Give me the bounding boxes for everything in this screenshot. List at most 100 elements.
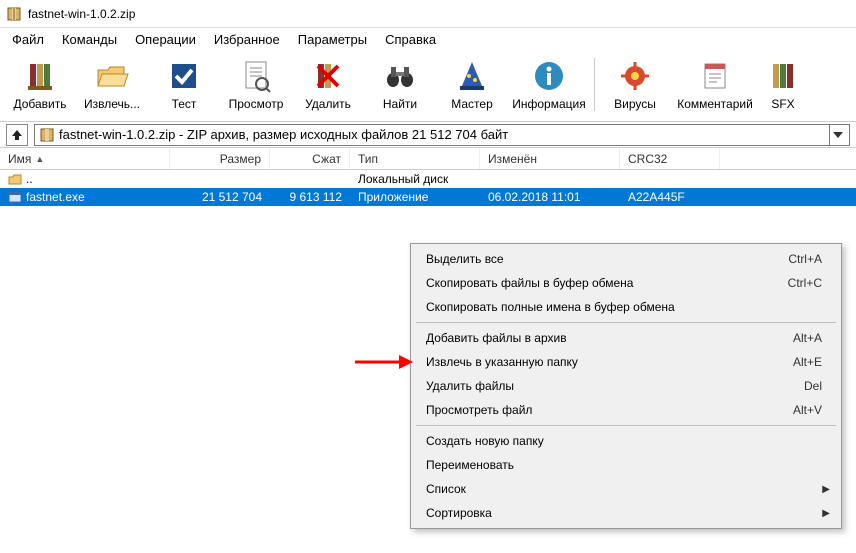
file-size [170, 170, 270, 188]
ctx-add-to-archive[interactable]: Добавить файлы в архив Alt+A [414, 326, 838, 350]
ctx-copy-full-names[interactable]: Скопировать полные имена в буфер обмена [414, 295, 838, 319]
toolbar-label: Информация [512, 97, 585, 111]
toolbar-view-button[interactable]: Просмотр [220, 54, 292, 115]
path-text: fastnet-win-1.0.2.zip - ZIP архив, разме… [59, 127, 508, 142]
toolbar-separator [594, 58, 595, 111]
virus-scan-icon [617, 58, 653, 94]
test-check-icon [166, 58, 202, 94]
delete-cross-icon [310, 58, 346, 94]
file-name: fastnet.exe [26, 190, 85, 204]
menu-file[interactable]: Файл [4, 30, 52, 49]
file-crc [620, 170, 720, 188]
ctx-sort-submenu[interactable]: Сортировка ▶ [414, 501, 838, 525]
column-header-modified[interactable]: Изменён [480, 148, 620, 169]
toolbar-label: Добавить [13, 97, 66, 111]
menu-operations[interactable]: Операции [127, 30, 204, 49]
ctx-label: Удалить файлы [426, 379, 804, 393]
file-list[interactable]: .. Локальный диск fastnet.exe 21 512 704… [0, 170, 856, 206]
file-size: 21 512 704 [170, 188, 270, 206]
toolbar-comment-button[interactable]: Комментарий [671, 54, 759, 115]
file-modified: 06.02.2018 11:01 [480, 188, 620, 206]
toolbar-label: Комментарий [677, 97, 753, 111]
file-row[interactable]: fastnet.exe 21 512 704 9 613 112 Приложе… [0, 188, 856, 206]
toolbar-delete-button[interactable]: Удалить [292, 54, 364, 115]
ctx-label: Скопировать файлы в буфер обмена [426, 276, 788, 290]
ctx-label: Выделить все [426, 252, 788, 266]
chevron-right-icon: ▶ [822, 508, 830, 519]
ctx-label: Переименовать [426, 458, 822, 472]
toolbar-label: Найти [383, 97, 417, 111]
toolbar-extract-button[interactable]: Извлечь... [76, 54, 148, 115]
file-type: Локальный диск [350, 170, 480, 188]
ctx-rename[interactable]: Переименовать [414, 453, 838, 477]
info-icon [531, 58, 567, 94]
folder-open-icon [94, 58, 130, 94]
archive-icon [39, 127, 55, 143]
toolbar-find-button[interactable]: Найти [364, 54, 436, 115]
sfx-books-icon [765, 58, 801, 94]
file-name: .. [26, 172, 33, 186]
toolbar-label: Вирусы [614, 97, 656, 111]
ctx-extract-to-folder[interactable]: Извлечь в указанную папку Alt+E [414, 350, 838, 374]
ctx-select-all[interactable]: Выделить все Ctrl+A [414, 247, 838, 271]
column-label: CRC32 [628, 152, 667, 166]
column-header-type[interactable]: Тип [350, 148, 480, 169]
toolbar: Добавить Извлечь... Тест Просмотр Удалит… [0, 50, 856, 122]
toolbar-label: Извлечь... [84, 97, 140, 111]
column-label: Размер [220, 152, 261, 166]
ctx-view-file[interactable]: Просмотреть файл Alt+V [414, 398, 838, 422]
menu-commands[interactable]: Команды [54, 30, 125, 49]
menu-options[interactable]: Параметры [290, 30, 375, 49]
file-crc: A22A445F [620, 188, 720, 206]
column-header-size[interactable]: Размер [170, 148, 270, 169]
file-modified [480, 170, 620, 188]
toolbar-add-button[interactable]: Добавить [4, 54, 76, 115]
file-compressed [270, 170, 350, 188]
toolbar-virus-button[interactable]: Вирусы [599, 54, 671, 115]
column-header-crc[interactable]: CRC32 [620, 148, 720, 169]
ctx-shortcut: Ctrl+A [788, 252, 822, 266]
ctx-shortcut: Del [804, 379, 822, 393]
toolbar-wizard-button[interactable]: Мастер [436, 54, 508, 115]
ctx-shortcut: Alt+A [793, 331, 822, 345]
chevron-right-icon: ▶ [822, 484, 830, 495]
column-label: Изменён [488, 152, 537, 166]
file-type: Приложение [350, 188, 480, 206]
menu-help[interactable]: Справка [377, 30, 444, 49]
column-header-compressed[interactable]: Сжат [270, 148, 350, 169]
context-menu: Выделить все Ctrl+A Скопировать файлы в … [410, 243, 842, 529]
ctx-label: Извлечь в указанную папку [426, 355, 793, 369]
ctx-shortcut: Ctrl+C [788, 276, 822, 290]
menu-favorites[interactable]: Избранное [206, 30, 288, 49]
ctx-separator [416, 425, 836, 426]
notepad-icon [697, 58, 733, 94]
toolbar-label: Просмотр [229, 97, 284, 111]
menu-bar: Файл Команды Операции Избранное Параметр… [0, 28, 856, 50]
toolbar-label: Мастер [451, 97, 493, 111]
ctx-delete-files[interactable]: Удалить файлы Del [414, 374, 838, 398]
ctx-label: Добавить файлы в архив [426, 331, 793, 345]
file-row-parent[interactable]: .. Локальный диск [0, 170, 856, 188]
ctx-label: Сортировка [426, 506, 822, 520]
up-one-level-button[interactable] [6, 124, 28, 146]
books-stack-icon [22, 58, 58, 94]
ctx-label: Скопировать полные имена в буфер обмена [426, 300, 822, 314]
ctx-new-folder[interactable]: Создать новую папку [414, 429, 838, 453]
annotation-arrow [355, 352, 415, 372]
toolbar-test-button[interactable]: Тест [148, 54, 220, 115]
toolbar-label: Тест [172, 97, 197, 111]
ctx-copy-files[interactable]: Скопировать файлы в буфер обмена Ctrl+C [414, 271, 838, 295]
toolbar-sfx-button[interactable]: SFX [759, 54, 807, 115]
dropdown-arrow-icon[interactable] [829, 125, 845, 145]
ctx-label: Создать новую папку [426, 434, 822, 448]
column-header-name[interactable]: Имя ▲ [0, 148, 170, 169]
path-field[interactable]: fastnet-win-1.0.2.zip - ZIP архив, разме… [34, 124, 850, 146]
sort-ascending-icon: ▲ [35, 154, 44, 164]
wizard-hat-icon [454, 58, 490, 94]
file-compressed: 9 613 112 [270, 188, 350, 206]
toolbar-info-button[interactable]: Информация [508, 54, 590, 115]
archive-icon [6, 6, 22, 22]
ctx-separator [416, 322, 836, 323]
ctx-list-submenu[interactable]: Список ▶ [414, 477, 838, 501]
ctx-label: Просмотреть файл [426, 403, 793, 417]
